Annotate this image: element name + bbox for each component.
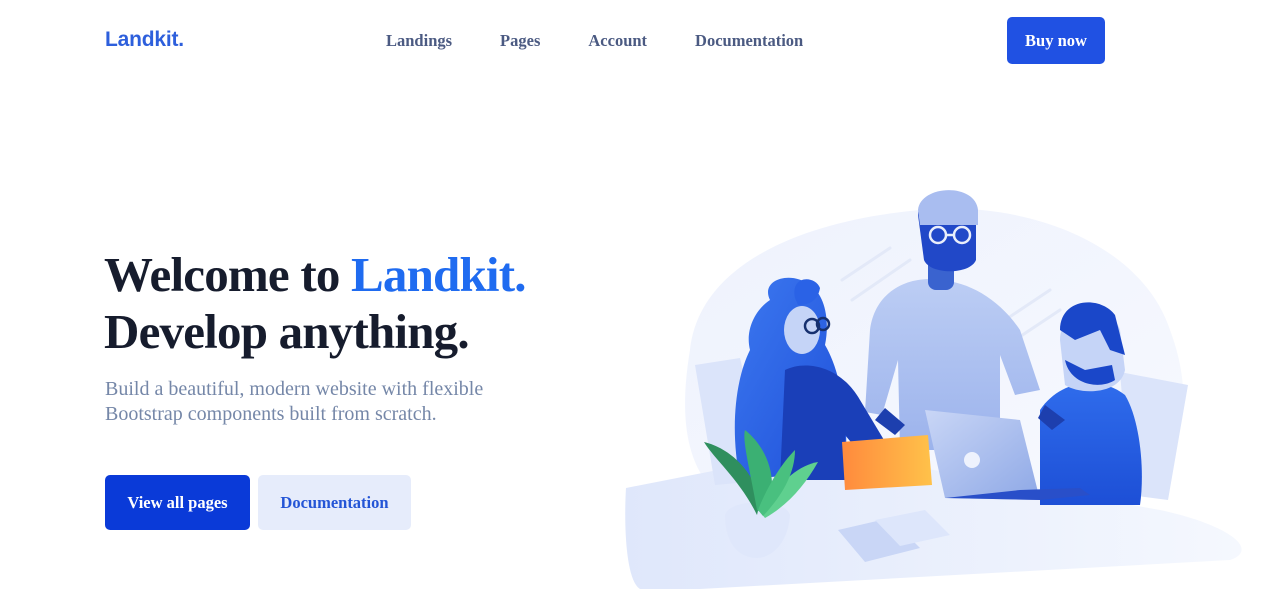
main-nav: Landings Pages Account Documentation (386, 31, 851, 51)
documentation-button[interactable]: Documentation (258, 475, 411, 530)
hero-title-line2: Develop anything. (104, 304, 470, 359)
navbar: Landkit. Landings Pages Account Document… (0, 0, 1282, 82)
brand-logo[interactable]: Landkit. (105, 28, 184, 52)
nav-link-account[interactable]: Account (588, 31, 647, 51)
hero-title-prefix: Welcome to (104, 247, 351, 302)
buy-now-button[interactable]: Buy now (1007, 17, 1105, 64)
nav-link-documentation[interactable]: Documentation (695, 31, 803, 51)
hero-title: Welcome to Landkit. Develop anything. (104, 246, 527, 360)
team-collaboration-illustration (625, 190, 1242, 589)
view-all-pages-button[interactable]: View all pages (105, 475, 250, 530)
hero-title-accent: Landkit. (351, 247, 527, 302)
nav-link-landings[interactable]: Landings (386, 31, 452, 51)
hero-subtitle: Build a beautiful, modern website with f… (105, 378, 484, 425)
nav-link-pages[interactable]: Pages (500, 31, 540, 51)
